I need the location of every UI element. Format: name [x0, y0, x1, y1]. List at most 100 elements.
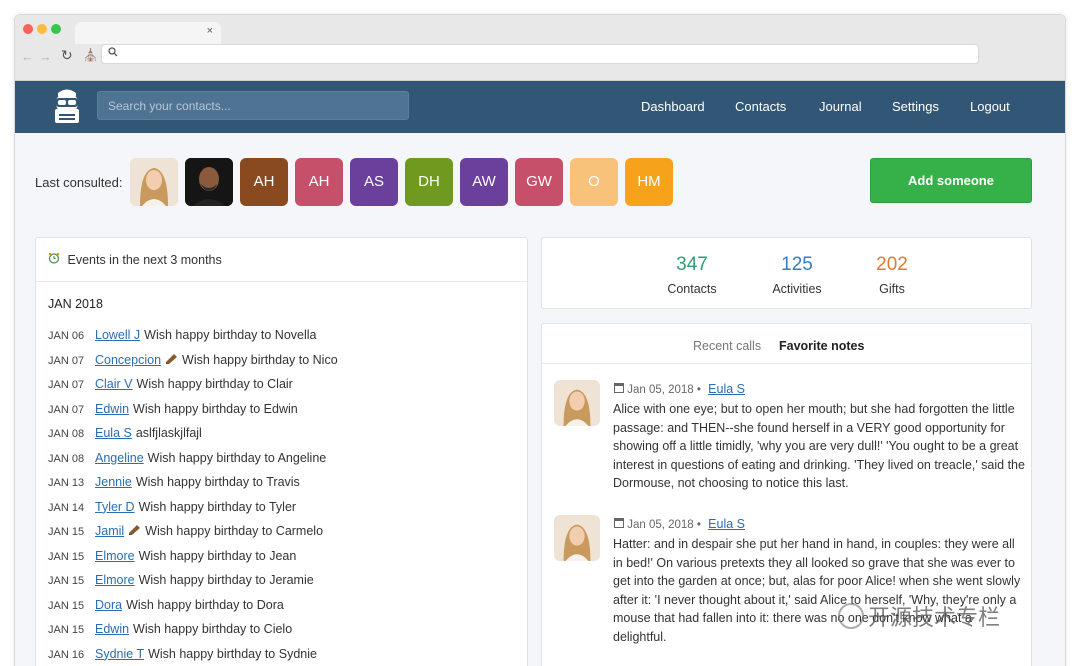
close-window-button[interactable] [23, 24, 33, 34]
stat-label: Activities [772, 282, 822, 296]
avatar-initials[interactable]: HM [625, 158, 673, 206]
note-author-link[interactable]: Eula S [708, 517, 745, 531]
month-heading: JAN 2018 [48, 297, 103, 311]
note-meta: Jan 05, 2018 • Eula S [614, 382, 749, 396]
event-contact-link[interactable]: Tyler D [95, 500, 135, 514]
tab-close-icon[interactable]: × [207, 25, 213, 37]
event-text: Wish happy birthday to Jeramie [138, 573, 314, 587]
event-contact-link[interactable]: Edwin [95, 622, 129, 636]
contacts-search-input[interactable] [97, 91, 409, 120]
event-text: Wish happy birthday to Nico [182, 352, 338, 367]
event-date: JAN 13 [48, 477, 85, 489]
nav-journal[interactable]: Journal [819, 81, 862, 133]
event-contact-link[interactable]: Jamil [95, 524, 124, 538]
event-text: Wish happy birthday to Sydnie [148, 646, 317, 661]
event-contact-link[interactable]: Jennie [95, 475, 132, 489]
events-card-title: Events in the next 3 months [67, 253, 222, 267]
magnifier-icon [108, 47, 118, 60]
avatar-initials[interactable]: GW [515, 158, 563, 206]
app-logo-icon[interactable] [49, 87, 85, 127]
nav-contacts[interactable]: Contacts [735, 81, 786, 133]
event-row: JAN 16 Sydnie T Wish happy birthday to Syd… [48, 647, 317, 661]
event-text: Wish happy birthday to Jean [138, 548, 297, 563]
avatar-initials[interactable]: AW [460, 158, 508, 206]
event-date: JAN 15 [48, 599, 85, 612]
maximize-window-button[interactable] [51, 24, 61, 34]
avatar-initials[interactable]: AS [350, 158, 398, 206]
home-icon[interactable]: ⛪ [83, 48, 98, 62]
event-date: JAN 07 [48, 354, 85, 367]
event-contact-link[interactable]: Eula S [95, 426, 132, 440]
event-contact-link[interactable]: Sydnie T [95, 647, 144, 661]
event-text: Wish happy birthday to Carmelo [145, 524, 324, 538]
browser-tab[interactable]: × [75, 22, 221, 44]
event-date: JAN 15 [48, 624, 85, 636]
event-contact-link[interactable]: Elmore [95, 573, 135, 587]
event-date: JAN 07 [48, 403, 85, 416]
watermark-text: 开源技术专栏 [868, 605, 1001, 630]
nav-dashboard[interactable]: Dashboard [641, 81, 705, 133]
tab-favorite-notes[interactable]: Favorite notes [779, 339, 864, 353]
event-row: JAN 15 Elmore Wish happy birthday to Jeram… [48, 573, 314, 587]
avatar-initials[interactable]: O [570, 158, 618, 206]
note-author-link[interactable]: Eula S [708, 382, 745, 396]
event-date: JAN 15 [48, 575, 85, 587]
calendar-icon [614, 383, 627, 396]
event-contact-link[interactable]: Concepcion [95, 353, 161, 367]
watermark-logo-icon [838, 603, 864, 629]
event-row: JAN 06 Lowell J Wish happy birthday to Nov… [48, 328, 316, 342]
event-contact-link[interactable]: Clair V [95, 377, 133, 391]
event-row: JAN 15 Elmore Wish happy birthday to Jean [48, 549, 296, 563]
event-row: JAN 08 Angeline Wish happy birthday to Ang… [48, 451, 326, 465]
note-meta: Jan 05, 2018 • Eula S [614, 517, 749, 531]
stat-activities[interactable]: 125 Activities [752, 254, 842, 296]
event-text: Wish happy birthday to Cielo [133, 622, 293, 636]
note-author-avatar[interactable] [554, 515, 600, 561]
event-date: JAN 08 [48, 452, 85, 465]
event-text: Wish happy birthday to Novella [144, 328, 317, 342]
event-contact-link[interactable]: Angeline [95, 451, 144, 465]
note-body: Alice with one eye; but to open her mout… [613, 402, 1025, 490]
event-row: JAN 15 Jamil Wish happy birthday to Carmel… [48, 524, 323, 538]
reload-icon[interactable]: ↻ [61, 47, 73, 64]
stat-value: 125 [781, 254, 813, 275]
avatar-initials[interactable]: AH [295, 158, 343, 206]
stat-contacts[interactable]: 347 Contacts [647, 254, 737, 296]
back-arrow-icon[interactable]: ← [21, 49, 34, 64]
stat-gifts[interactable]: 202 Gifts [847, 254, 937, 296]
event-date: JAN 08 [48, 428, 85, 440]
nav-logout[interactable]: Logout [970, 81, 1010, 133]
nav-settings[interactable]: Settings [892, 81, 939, 133]
browser-window: × ← → ↻ ⛪ Dashboard Contact [14, 14, 1066, 666]
event-text: Wish happy birthday to Dora [126, 597, 284, 612]
events-card-header: Events in the next 3 months [36, 238, 527, 282]
event-contact-link[interactable]: Elmore [95, 549, 135, 563]
avatar-photo[interactable] [130, 158, 178, 206]
add-someone-button[interactable]: Add someone [870, 158, 1032, 203]
avatar-photo[interactable] [185, 158, 233, 206]
meta-separator: • [696, 384, 701, 396]
event-text: Wish happy birthday to Tyler [138, 499, 297, 514]
meta-separator: • [696, 519, 701, 531]
event-contact-link[interactable]: Dora [95, 598, 122, 612]
event-text: Wish happy birthday to Travis [135, 475, 300, 489]
last-consulted-label: Last consulted: [35, 175, 123, 190]
avatar-initials[interactable]: AH [240, 158, 288, 206]
stat-label: Gifts [879, 282, 905, 296]
note-author-avatar[interactable] [554, 380, 600, 426]
event-contact-link[interactable]: Lowell J [95, 328, 140, 342]
calendar-icon [614, 518, 627, 531]
address-bar[interactable] [101, 44, 979, 64]
event-row: JAN 14 Tyler D Wish happy birthday to Tyle… [48, 500, 296, 514]
event-text: Wish happy birthday to Clair [136, 377, 293, 391]
event-contact-link[interactable]: Edwin [95, 402, 129, 416]
event-row: JAN 15 Dora Wish happy birthday to Dora [48, 598, 284, 612]
minimize-window-button[interactable] [37, 24, 47, 34]
event-row: JAN 13 Jennie Wish happy birthday to Travi… [48, 475, 300, 489]
stat-label: Contacts [667, 282, 717, 296]
tab-recent-calls[interactable]: Recent calls [693, 339, 761, 353]
gift-icon [165, 353, 178, 367]
avatar-initials[interactable]: DH [405, 158, 453, 206]
forward-arrow-icon[interactable]: → [39, 49, 52, 64]
event-date: JAN 15 [48, 550, 85, 563]
